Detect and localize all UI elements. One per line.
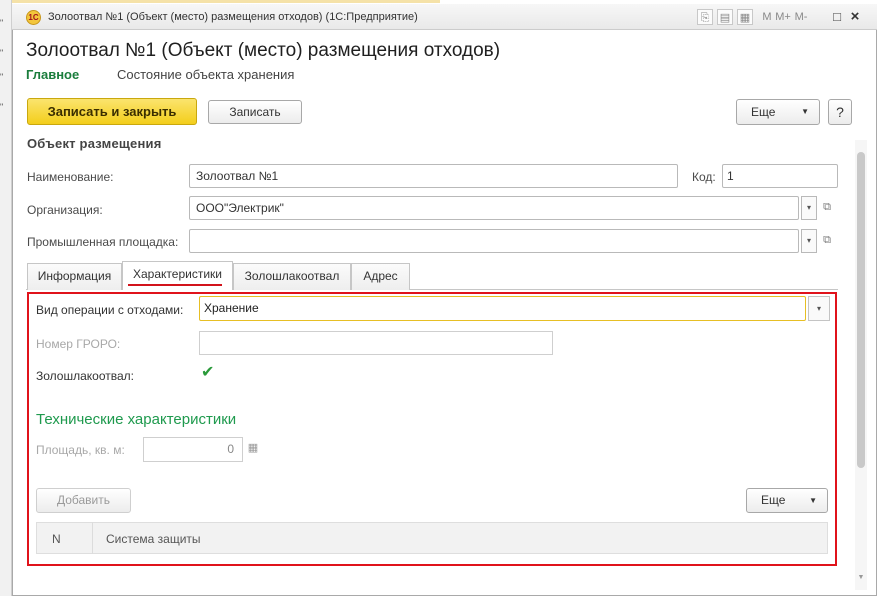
- chevron-down-icon[interactable]: ▾: [801, 196, 817, 220]
- operation-type-label: Вид операции с отходами:: [36, 303, 184, 317]
- link-icon[interactable]: ⎘: [697, 9, 713, 25]
- add-button[interactable]: Добавить: [36, 488, 131, 513]
- name-field[interactable]: Золоотвал №1: [189, 164, 678, 188]
- open-icon[interactable]: ⧉: [819, 196, 835, 220]
- code-field[interactable]: 1: [722, 164, 838, 188]
- background-tick: ": [0, 48, 4, 58]
- code-label: Код:: [692, 170, 716, 184]
- close-icon[interactable]: ×: [848, 9, 862, 25]
- chevron-down-icon[interactable]: ▾: [801, 229, 817, 253]
- save-button[interactable]: Записать: [208, 100, 302, 124]
- gropo-number-field[interactable]: [199, 331, 553, 355]
- more-menu-button[interactable]: Еще ▼: [736, 99, 820, 125]
- column-header-n[interactable]: N: [52, 532, 61, 546]
- memory-minus-button[interactable]: M-: [793, 9, 809, 25]
- area-label: Площадь, кв. м:: [36, 443, 125, 457]
- tab-information[interactable]: Информация: [27, 263, 122, 290]
- app-logo-icon: 1С: [26, 10, 41, 25]
- more-label: Еще: [751, 105, 776, 119]
- name-label: Наименование:: [27, 170, 114, 184]
- organization-label: Организация:: [27, 203, 103, 217]
- tab-address[interactable]: Адрес: [351, 263, 410, 290]
- chevron-down-icon: ▼: [801, 107, 809, 116]
- area-field[interactable]: 0: [143, 437, 243, 462]
- memory-button[interactable]: M: [761, 9, 773, 25]
- background-tick: ": [0, 72, 4, 82]
- active-tab-underline: [128, 284, 222, 286]
- background-window-strip: " " " ": [0, 0, 12, 596]
- operation-type-field[interactable]: Хранение: [199, 296, 806, 321]
- column-separator: [92, 522, 93, 554]
- more-label: Еще: [761, 493, 786, 507]
- industrial-site-label: Промышленная площадка:: [27, 235, 179, 249]
- organization-field[interactable]: ООО"Электрик": [189, 196, 799, 220]
- ash-dump-label: Золошлакоотвал:: [36, 369, 134, 383]
- calculator-icon[interactable]: ▦: [245, 437, 261, 462]
- background-tick: ": [0, 102, 4, 112]
- help-button[interactable]: ?: [828, 99, 852, 125]
- technical-characteristics-heading: Технические характеристики: [36, 411, 237, 428]
- save-and-close-button[interactable]: Записать и закрыть: [27, 98, 197, 125]
- scrollbar-thumb[interactable]: [857, 152, 865, 468]
- column-header-protection-system[interactable]: Система защиты: [106, 532, 201, 546]
- window-title: Золоотвал №1 (Объект (место) размещения …: [48, 11, 418, 23]
- nav-link-main[interactable]: Главное: [26, 67, 79, 82]
- memory-plus-button[interactable]: M+: [775, 9, 791, 25]
- nav-link-storage-state[interactable]: Состояние объекта хранения: [117, 67, 294, 82]
- industrial-site-field[interactable]: [189, 229, 799, 253]
- chevron-down-icon: ▼: [809, 496, 817, 505]
- ash-dump-checkbox[interactable]: ✔: [201, 365, 217, 381]
- gropo-number-label: Номер ГРОРО:: [36, 337, 121, 351]
- scroll-down-icon[interactable]: ▼: [855, 574, 867, 584]
- tab-ash-dump[interactable]: Золошлакоотвал: [233, 263, 351, 290]
- calendar-icon[interactable]: ▦: [737, 9, 753, 25]
- sheet-icon[interactable]: ▤: [717, 9, 733, 25]
- open-icon[interactable]: ⧉: [819, 229, 835, 253]
- restore-icon[interactable]: □: [830, 9, 844, 25]
- page-title: Золоотвал №1 (Объект (место) размещения …: [26, 40, 501, 61]
- group-title: Объект размещения: [27, 136, 162, 151]
- chevron-down-icon[interactable]: ▾: [808, 296, 830, 321]
- checkmark-icon: ✔: [201, 364, 215, 381]
- background-tick: ": [0, 18, 4, 28]
- table-more-button[interactable]: Еще ▼: [746, 488, 828, 513]
- background-window-edge: [0, 0, 440, 3]
